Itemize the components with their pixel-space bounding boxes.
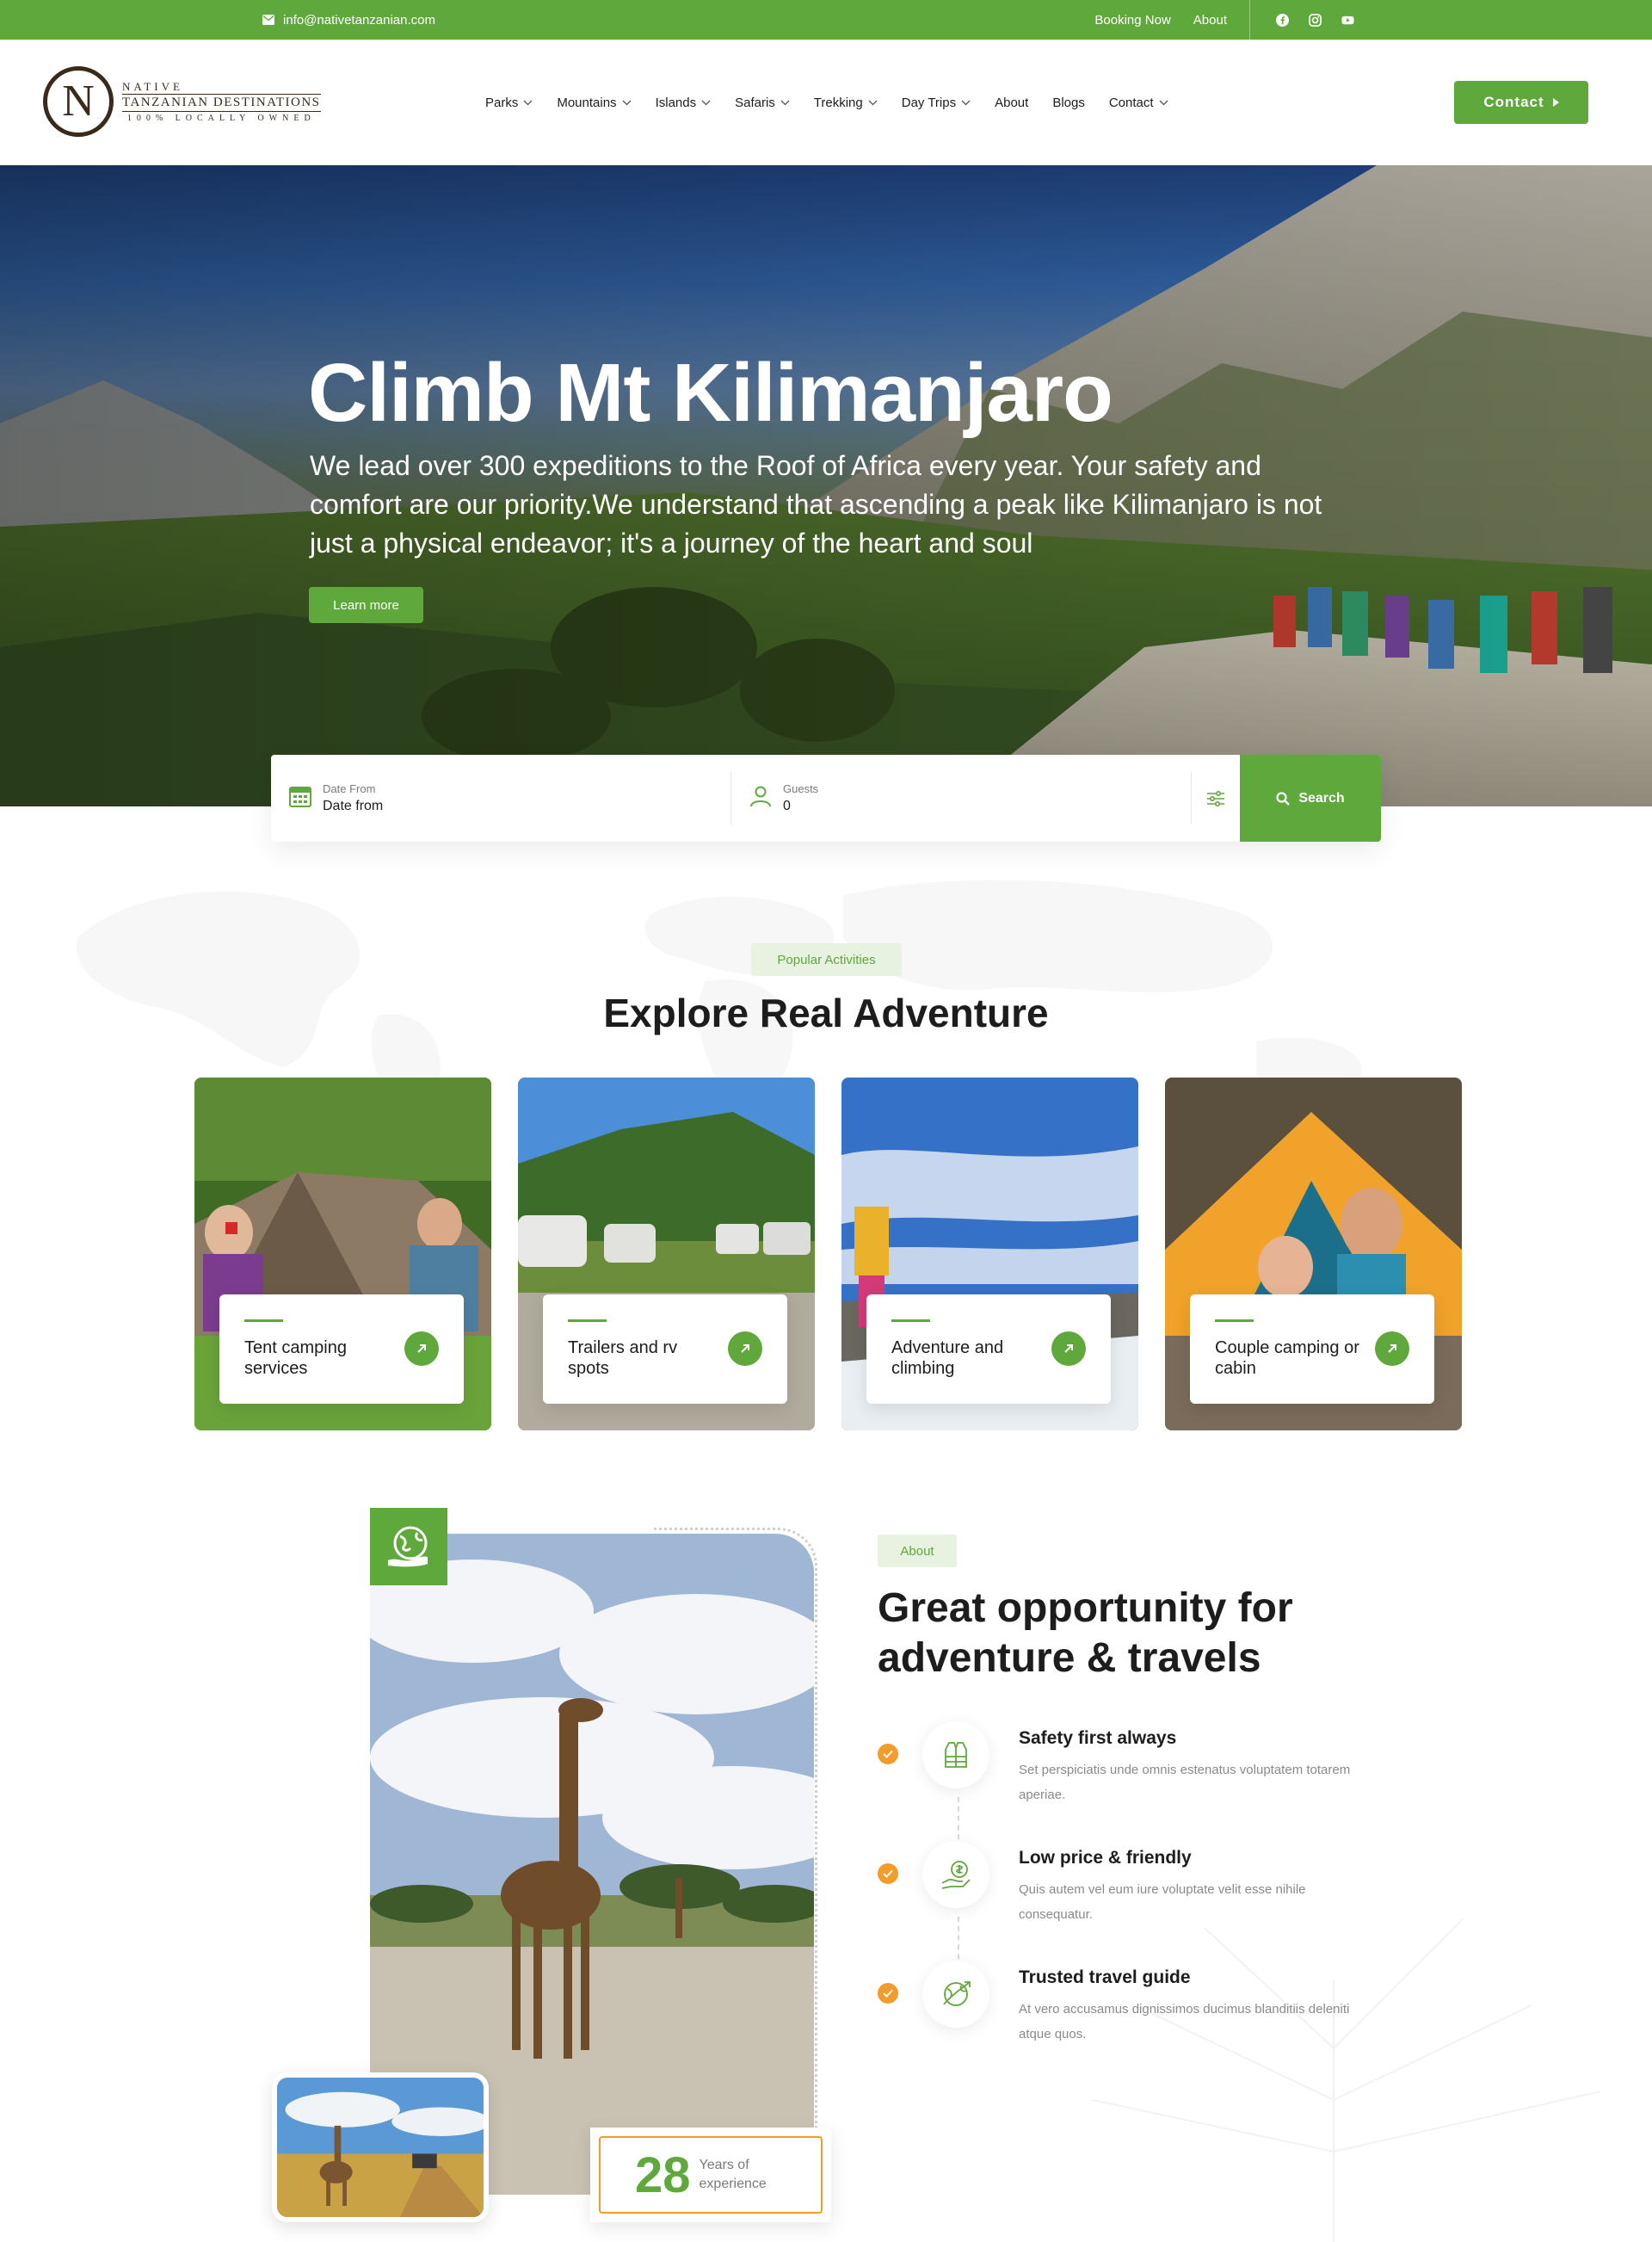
check-badge-icon <box>878 1744 898 1764</box>
arrow-up-right-icon <box>1388 1344 1396 1353</box>
guests-value: 0 <box>783 799 791 813</box>
chevron-down-icon <box>1159 100 1168 105</box>
activity-card-title: Tent camping services <box>244 1338 347 1378</box>
arrow-button[interactable] <box>404 1331 439 1366</box>
logo-line-2: TANZANIAN DESTINATIONS <box>122 94 321 112</box>
arrow-button[interactable] <box>728 1331 762 1366</box>
compass-globe-icon <box>943 1981 971 2006</box>
safari-thumbnail-photo <box>272 2072 489 2222</box>
chevron-down-icon <box>868 100 878 105</box>
check-badge-icon <box>878 1983 898 2004</box>
feature-title: Safety first always <box>1019 1728 1177 1748</box>
feature-text: At vero accusamus dignissimos ducimus bl… <box>1019 2002 1350 2041</box>
site-header: N NATIVE TANZANIAN DESTINATIONS 100% LOC… <box>0 40 1652 165</box>
date-from-value: Date from <box>323 799 384 813</box>
guests-label: Guests <box>783 782 819 795</box>
chevron-down-icon <box>701 100 711 105</box>
chevron-down-icon <box>780 100 790 105</box>
popular-activities-tag: Popular Activities <box>751 943 902 976</box>
nav-item-parks[interactable]: Parks <box>485 96 533 110</box>
nav-item-mountains[interactable]: Mountains <box>557 96 632 110</box>
sliders-icon <box>1207 790 1224 806</box>
email-link[interactable]: info@nativetanzanian.com <box>262 13 435 28</box>
arrow-up-right-icon <box>741 1344 749 1353</box>
money-hand-icon <box>941 1861 971 1889</box>
chevron-down-icon <box>622 100 632 105</box>
logo-line-3: 100% LOCALLY OWNED <box>126 114 316 123</box>
logo-line-1: NATIVE <box>122 80 183 93</box>
about-title: Great opportunity for adventure & travel… <box>878 1585 1293 1681</box>
guests-field[interactable]: Guests 0 <box>731 772 1192 825</box>
date-from-label: Date From <box>323 782 376 795</box>
user-icon <box>749 784 773 812</box>
activity-card-climbing[interactable]: Adventure and climbing <box>841 1078 1138 1430</box>
life-vest-icon <box>945 1742 967 1768</box>
arrow-button[interactable] <box>1051 1331 1086 1366</box>
calendar-icon <box>288 784 312 812</box>
chevron-down-icon <box>961 100 971 105</box>
search-button[interactable]: Search <box>1240 755 1381 842</box>
feature-text: Set perspiciatis unde omnis estenatus vo… <box>1019 1763 1351 1802</box>
hero-section: Climb Mt Kilimanjaro We lead over 300 ex… <box>0 165 1652 806</box>
nav-item-contact[interactable]: Contact <box>1109 96 1168 110</box>
learn-more-button[interactable]: Learn more <box>309 587 423 623</box>
nav-item-day-trips[interactable]: Day Trips <box>902 96 971 110</box>
activity-card-title: Trailers and rv spots <box>568 1338 678 1378</box>
logo-mark: N <box>43 66 114 137</box>
activity-card-title: Couple camping or cabin <box>1215 1338 1359 1378</box>
activity-card-couple-camping[interactable]: Couple camping or cabin <box>1165 1078 1462 1430</box>
contact-button[interactable]: Contact <box>1454 81 1588 124</box>
nav-item-trekking[interactable]: Trekking <box>814 96 878 110</box>
email-text: info@nativetanzanian.com <box>283 12 435 28</box>
about-top-link[interactable]: About <box>1193 13 1227 28</box>
nav-item-about[interactable]: About <box>995 96 1028 110</box>
feature-text: Quis autem vel eum iure voluptate velit … <box>1019 1882 1306 1922</box>
youtube-icon[interactable] <box>1340 12 1355 28</box>
globe-hand-icon <box>388 1526 428 1567</box>
activity-cards: Tent camping services Trailers and rv sp… <box>194 1078 1462 1430</box>
date-from-field[interactable]: Date From Date from <box>271 772 731 825</box>
experience-label: Years of experience <box>699 2158 767 2191</box>
arrow-up-right-icon <box>417 1344 426 1353</box>
arrow-up-right-icon <box>1064 1344 1073 1353</box>
feature-low-price: Low price & friendly Quis autem vel eum … <box>878 1841 1359 1936</box>
activity-card-title: Adventure and climbing <box>891 1338 1004 1378</box>
nav-item-safaris[interactable]: Safaris <box>735 96 790 110</box>
filter-button[interactable] <box>1192 755 1240 842</box>
instagram-icon[interactable] <box>1307 12 1322 28</box>
top-bar: info@nativetanzanian.com Booking Now Abo… <box>0 0 1652 40</box>
feature-title: Low price & friendly <box>1019 1848 1192 1868</box>
activity-card-tent-camping[interactable]: Tent camping services <box>194 1078 491 1430</box>
nav-item-islands[interactable]: Islands <box>656 96 712 110</box>
about-tag: About <box>878 1535 957 1567</box>
arrow-button[interactable] <box>1375 1331 1409 1366</box>
section-title-adventure: Explore Real Adventure <box>603 991 1049 1035</box>
feature-safety: Safety first always Set perspiciatis und… <box>878 1721 1359 1816</box>
brand-logo[interactable]: N NATIVE TANZANIAN DESTINATIONS 100% LOC… <box>43 66 321 137</box>
search-icon <box>1276 791 1291 806</box>
facebook-icon[interactable] <box>1274 12 1290 28</box>
booking-search-bar: Date From Date from Guests 0 Search <box>271 755 1381 842</box>
check-badge-icon <box>878 1863 898 1884</box>
experience-number: 28 <box>635 2146 691 2203</box>
envelope-icon <box>262 15 274 25</box>
caret-right-icon <box>1552 98 1559 107</box>
activity-card-trailers[interactable]: Trailers and rv spots <box>518 1078 815 1430</box>
experience-card: 28 Years of experience <box>590 2128 831 2222</box>
chevron-down-icon <box>523 100 533 105</box>
feature-title: Trusted travel guide <box>1019 1967 1191 1987</box>
main-nav: Parks Mountains Islands Safaris Trekking… <box>485 40 1193 165</box>
hero-description: We lead over 300 expeditions to the Roof… <box>310 450 1322 559</box>
feature-travel-guide: Trusted travel guide At vero accusamus d… <box>878 1961 1359 2055</box>
booking-now-link[interactable]: Booking Now <box>1094 13 1170 28</box>
hero-title: Climb Mt Kilimanjaro <box>308 347 1113 439</box>
nav-item-blogs[interactable]: Blogs <box>1052 96 1085 110</box>
social-links <box>1249 0 1381 40</box>
globe-badge <box>370 1508 447 1585</box>
